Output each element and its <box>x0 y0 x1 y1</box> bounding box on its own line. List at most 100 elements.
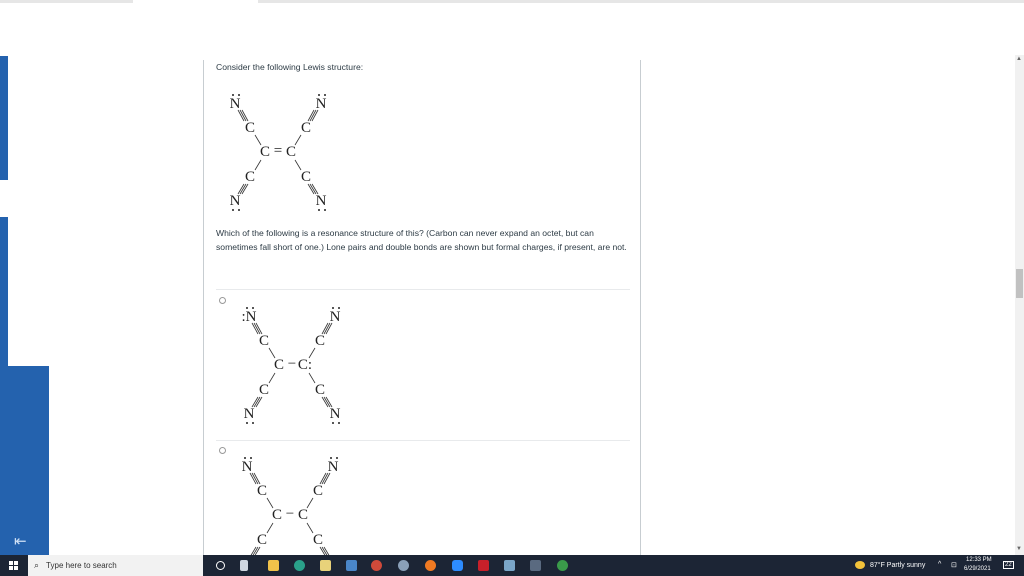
weather-icon <box>855 561 865 569</box>
single-bond <box>268 347 276 359</box>
lone-pair-dot <box>232 209 234 211</box>
cortana-icon[interactable] <box>216 561 225 570</box>
atom-n_tr: N <box>316 96 327 112</box>
divider <box>216 289 630 290</box>
chrome-icon[interactable] <box>371 560 382 571</box>
single-bond <box>306 497 314 509</box>
atom-n_tr: N <box>328 459 339 475</box>
lone-pair-dot <box>338 422 340 424</box>
collapse-sidebar-icon[interactable]: ⇤ <box>14 532 27 550</box>
atom-n_tr: N <box>330 309 341 325</box>
atom-n_bl: N <box>244 406 255 422</box>
sidebar-strip <box>0 217 8 367</box>
answer-radio-2[interactable] <box>219 447 226 454</box>
notepad-icon[interactable] <box>504 560 515 571</box>
browser-tab[interactable] <box>133 0 258 3</box>
lone-pair-dot <box>332 307 334 309</box>
chrome-app-icon[interactable] <box>557 560 568 571</box>
pdf-icon[interactable] <box>478 560 489 571</box>
atom-c_tl: C <box>259 333 269 349</box>
browser-top-bar <box>0 0 1024 3</box>
search-placeholder: Type here to search <box>46 561 117 570</box>
lone-pair-dot <box>324 94 326 96</box>
network-icon[interactable]: ⊡ <box>951 561 957 569</box>
zoom-icon[interactable] <box>452 560 463 571</box>
atom-n_br: N <box>330 406 341 422</box>
atom-n_bl: N <box>230 193 241 209</box>
divider <box>216 440 630 441</box>
clock-time[interactable]: 12:33 PM <box>966 557 992 563</box>
calculator-icon[interactable] <box>530 560 541 571</box>
paint-icon[interactable] <box>398 560 409 571</box>
lone-pair-dot <box>250 457 252 459</box>
weather-text[interactable]: 87°F Partly sunny <box>870 562 925 569</box>
atom-c_tr: C <box>301 120 311 136</box>
single-bond <box>308 372 316 384</box>
lone-pair-dot <box>252 307 254 309</box>
atom-c_tr: C <box>315 333 325 349</box>
lone-pair-dot <box>246 307 248 309</box>
clock-date[interactable]: 6/29/2021 <box>964 566 991 572</box>
single-bond <box>294 159 302 171</box>
scrollbar[interactable] <box>1015 55 1024 555</box>
lone-pair-dot <box>336 457 338 459</box>
single-bond <box>254 159 262 171</box>
center-bond: − <box>286 506 294 522</box>
atom-cc1: C <box>260 144 270 160</box>
lone-pair-dot <box>232 94 234 96</box>
single-bond <box>266 522 274 534</box>
tray-chevron-icon[interactable]: ^ <box>938 561 941 568</box>
task-view-icon[interactable] <box>240 560 248 571</box>
atom-cc2: C <box>286 144 296 160</box>
lone-pair-dot <box>338 307 340 309</box>
sidebar-strip <box>0 56 8 180</box>
atom-c_tl: C <box>257 483 267 499</box>
atom-cc2: C: <box>298 357 312 373</box>
notification-count[interactable]: 22 <box>1003 561 1014 569</box>
firefox-icon[interactable] <box>425 560 436 571</box>
atom-n_tl: N <box>242 459 253 475</box>
taskbar-search[interactable]: ⌕ Type here to search <box>28 555 203 576</box>
atom-c_bl: C <box>259 382 269 398</box>
file-explorer-icon[interactable] <box>268 560 279 571</box>
scroll-down-arrow[interactable]: ▼ <box>1016 546 1022 552</box>
atom-c_bl: C <box>245 169 255 185</box>
lewis-structure-option-1: :NCC C:CNCNCN− <box>242 307 341 424</box>
taskbar: ⌕ Type here to search 87°F Partly sunny … <box>0 555 1024 576</box>
atom-c_br: C <box>315 382 325 398</box>
atom-c_br: C <box>301 169 311 185</box>
store-icon[interactable] <box>320 560 331 571</box>
lewis-structure-given: NCC CCNCNCN= <box>230 94 327 211</box>
lone-pair-dot <box>252 422 254 424</box>
atom-c_tr: C <box>313 483 323 499</box>
lone-pair-dot <box>318 94 320 96</box>
atom-n_tl: :N <box>242 309 257 325</box>
lone-pair-dot <box>324 209 326 211</box>
scroll-up-arrow[interactable]: ▲ <box>1016 56 1022 62</box>
scrollbar-thumb[interactable] <box>1016 269 1023 298</box>
windows-start-icon[interactable] <box>9 561 18 570</box>
single-bond <box>254 134 262 146</box>
atom-cc1: C <box>272 507 282 523</box>
center-bond: − <box>288 356 296 372</box>
question-prompt: Which of the following is a resonance st… <box>216 228 627 252</box>
atom-cc2: C <box>298 507 308 523</box>
lone-pair-dot <box>238 209 240 211</box>
sidebar-panel <box>0 366 49 555</box>
single-bond <box>306 522 314 534</box>
atom-c_bl: C <box>257 532 267 548</box>
mail-icon[interactable] <box>346 560 357 571</box>
lone-pair-dot <box>238 94 240 96</box>
lone-pair-dot <box>330 457 332 459</box>
edge-icon[interactable] <box>294 560 305 571</box>
lone-pair-dot <box>246 422 248 424</box>
lone-pair-dot <box>332 422 334 424</box>
lone-pair-dot <box>244 457 246 459</box>
lone-pair-dot <box>318 209 320 211</box>
center-bond: = <box>274 143 282 159</box>
search-icon: ⌕ <box>34 560 40 570</box>
answer-radio-1[interactable] <box>219 297 226 304</box>
atom-c_tl: C <box>245 120 255 136</box>
atom-cc1: C <box>274 357 284 373</box>
atom-c_br: C <box>313 532 323 548</box>
